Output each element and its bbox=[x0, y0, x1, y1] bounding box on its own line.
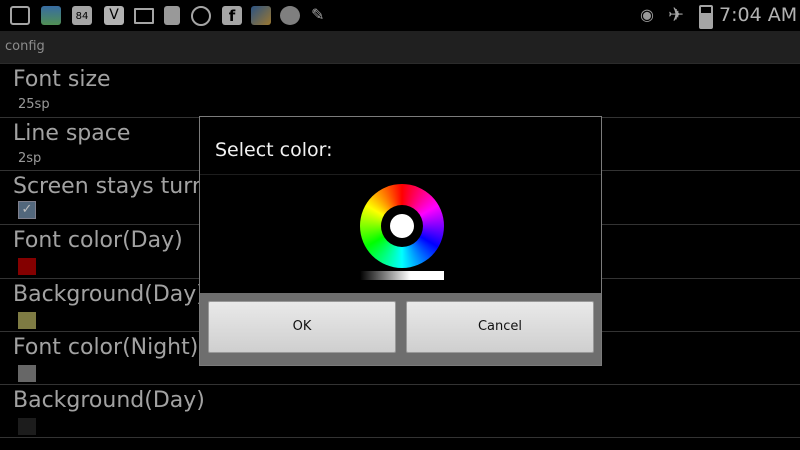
selected-color-preview bbox=[390, 214, 414, 238]
color-wheel[interactable] bbox=[360, 184, 444, 268]
cancel-button[interactable]: Cancel bbox=[406, 301, 594, 353]
dialog-title: Select color: bbox=[215, 139, 333, 161]
ok-button[interactable]: OK bbox=[208, 301, 396, 353]
dialog-divider bbox=[200, 174, 601, 175]
brightness-slider[interactable] bbox=[360, 271, 444, 280]
color-picker-dialog: Select color: OK Cancel bbox=[199, 116, 602, 366]
color-wheel-center bbox=[381, 205, 423, 247]
dialog-button-bar: OK Cancel bbox=[200, 293, 601, 365]
